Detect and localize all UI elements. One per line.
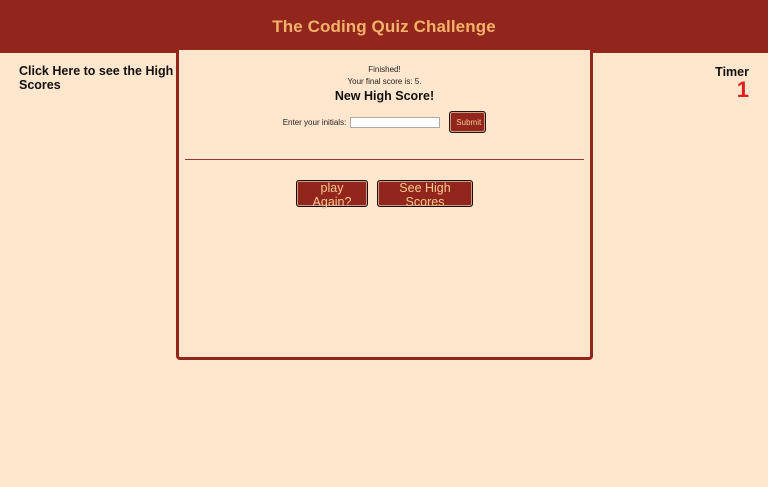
end-actions: play Again? See High Scores — [179, 180, 590, 209]
initials-input[interactable] — [350, 116, 441, 128]
timer: Timer 1 — [715, 65, 749, 101]
timer-value: 1 — [736, 77, 749, 102]
submit-button[interactable]: Submit — [449, 111, 487, 133]
page-title: The Coding Quiz Challenge — [272, 16, 496, 36]
quiz-container: Finished! Your final score is: 5. New Hi… — [176, 50, 593, 360]
finished-text: Finished! — [368, 65, 401, 74]
see-high-scores-button[interactable]: See High Scores — [377, 180, 473, 209]
app-header: The Coding Quiz Challenge — [0, 0, 768, 53]
new-high-score-heading: New High Score! — [334, 89, 435, 103]
divider — [185, 159, 584, 160]
view-high-scores-link[interactable]: Click Here to see the High Scores — [19, 64, 179, 92]
final-score-text: Your final score is: 5. — [347, 77, 422, 86]
initials-label: Enter your initials: — [282, 117, 347, 127]
initials-form: Enter your initials: Submit — [179, 111, 590, 133]
play-again-button[interactable]: play Again? — [296, 180, 368, 209]
